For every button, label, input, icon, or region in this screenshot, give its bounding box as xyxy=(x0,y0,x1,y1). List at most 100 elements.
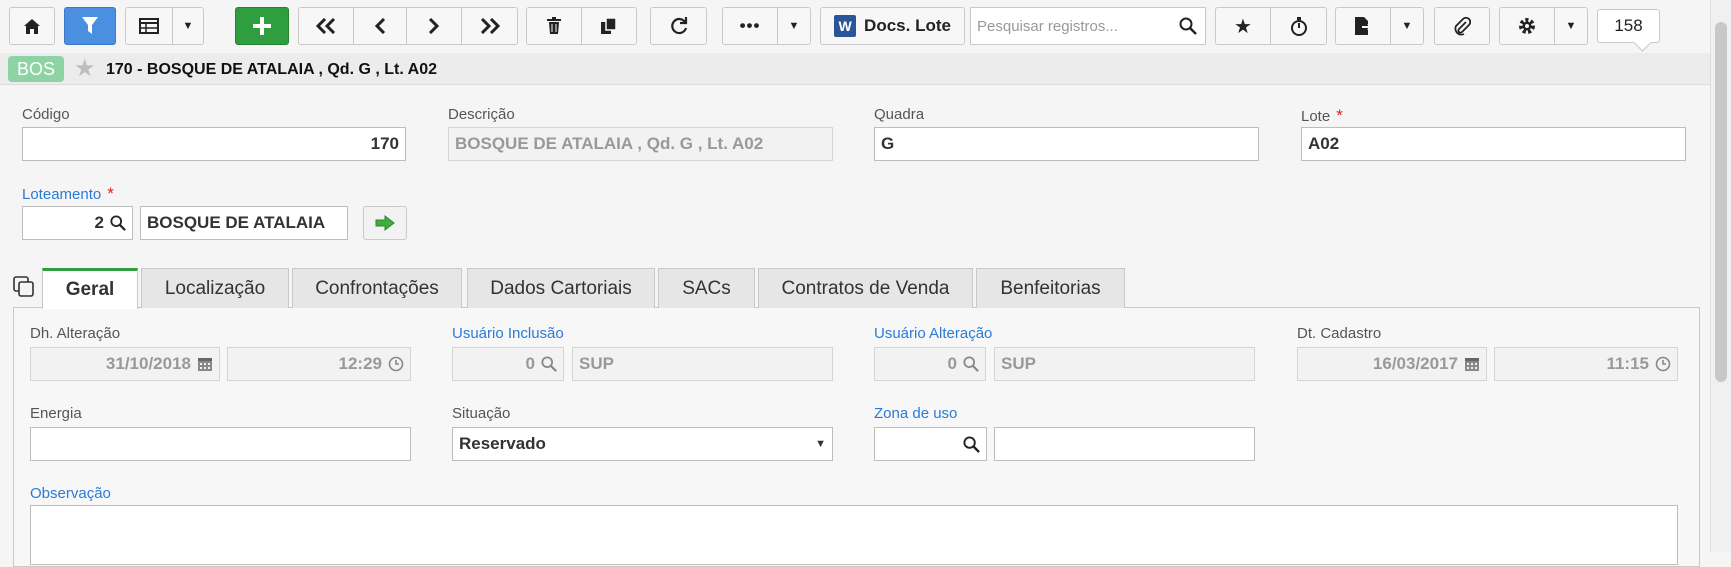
chevron-down-icon: ▼ xyxy=(1565,20,1577,32)
favorite-star-icon[interactable]: ★ xyxy=(74,57,96,81)
delete-button[interactable] xyxy=(526,7,582,45)
export-button[interactable] xyxy=(1335,7,1391,45)
dt-cadastro-time-field: 11:15 xyxy=(1494,347,1678,381)
usuario-inclusao-label[interactable]: Usuário Inclusão xyxy=(452,325,564,342)
energia-label: Energia xyxy=(30,405,82,422)
usuario-alteracao-name: SUP xyxy=(1001,354,1036,373)
next-record-button[interactable] xyxy=(406,7,462,45)
search-icon[interactable] xyxy=(963,435,980,453)
search-field[interactable] xyxy=(970,7,1206,45)
chevron-down-icon: ▼ xyxy=(788,20,800,32)
first-record-button[interactable] xyxy=(298,7,354,45)
refresh-button[interactable] xyxy=(650,7,707,45)
descricao-value: BOSQUE DE ATALAIA , Qd. G , Lt. A02 xyxy=(455,134,764,153)
chevron-down-icon: ▼ xyxy=(1401,20,1413,32)
loteamento-code-field[interactable]: 2 xyxy=(22,206,133,240)
lote-label-text: Lote xyxy=(1301,108,1331,125)
tab-label: Localização xyxy=(164,277,266,299)
codigo-value: 170 xyxy=(370,134,399,153)
home-button[interactable] xyxy=(9,7,55,45)
settings-dropdown[interactable]: ▼ xyxy=(1554,7,1588,45)
scrollbar-thumb[interactable] xyxy=(1715,22,1727,382)
situacao-select[interactable]: Reservado ▼ xyxy=(452,427,833,461)
settings-button[interactable] xyxy=(1499,7,1555,45)
tab-geral[interactable]: Geral xyxy=(42,268,138,309)
clock-icon xyxy=(388,356,404,372)
observacao-label[interactable]: Observação xyxy=(30,485,111,502)
tab-localizacao[interactable]: Localização xyxy=(141,268,289,308)
record-header: BOS ★ 170 - BOSQUE DE ATALAIA , Qd. G , … xyxy=(0,53,1710,85)
docs-lote-label: Docs. Lote xyxy=(864,16,951,35)
grid-view-button[interactable] xyxy=(125,7,173,45)
chevron-down-icon: ▼ xyxy=(182,20,194,32)
search-icon[interactable] xyxy=(1179,17,1197,39)
refresh-icon xyxy=(670,17,687,35)
tab-label: SACs xyxy=(682,277,731,299)
calendar-icon xyxy=(197,356,213,372)
go-to-loteamento-button[interactable] xyxy=(363,206,407,240)
quadra-field[interactable]: G xyxy=(874,127,1259,161)
more-actions-dropdown[interactable]: ▼ xyxy=(777,7,811,45)
dt-cadastro-date: 16/03/2017 xyxy=(1372,354,1458,373)
energia-field[interactable] xyxy=(30,427,411,461)
last-record-button[interactable] xyxy=(461,7,518,45)
tab-dados-cartoriais[interactable]: Dados Cartoriais xyxy=(467,268,655,308)
usuario-alteracao-label[interactable]: Usuário Alteração xyxy=(874,325,992,342)
paperclip-icon xyxy=(1454,16,1471,36)
ellipsis-icon: ••• xyxy=(739,16,761,35)
more-actions-button[interactable]: ••• xyxy=(722,7,778,45)
record-title: 170 - BOSQUE DE ATALAIA , Qd. G , Lt. A0… xyxy=(106,61,437,78)
tab-sacs[interactable]: SACs xyxy=(658,268,755,308)
add-button[interactable] xyxy=(235,7,289,45)
duplicate-button[interactable] xyxy=(581,7,637,45)
codigo-field[interactable]: 170 xyxy=(22,127,406,161)
double-chevron-right-icon xyxy=(480,18,500,34)
dt-cadastro-time: 11:15 xyxy=(1606,354,1649,373)
zona-de-uso-name-field[interactable] xyxy=(994,427,1255,461)
grid-view-dropdown[interactable]: ▼ xyxy=(172,7,204,45)
favorite-button[interactable]: ★ xyxy=(1215,7,1271,45)
zona-de-uso-label[interactable]: Zona de uso xyxy=(874,405,957,422)
chevron-left-icon xyxy=(374,18,386,34)
search-icon[interactable] xyxy=(110,215,126,231)
observacao-textarea[interactable] xyxy=(30,505,1678,565)
situacao-label: Situação xyxy=(452,405,511,422)
zona-de-uso-code-field[interactable] xyxy=(874,427,987,461)
loteamento-name-field[interactable]: BOSQUE DE ATALAIA xyxy=(140,206,348,240)
descricao-label: Descrição xyxy=(448,106,515,123)
chevron-right-icon xyxy=(428,18,440,34)
dh-alteracao-time: 12:29 xyxy=(338,354,382,373)
required-marker: * xyxy=(1336,106,1343,125)
tab-contratos-de-venda[interactable]: Contratos de Venda xyxy=(758,268,973,308)
loteamento-label-text[interactable]: Loteamento xyxy=(22,186,101,203)
duplicate-window-icon[interactable] xyxy=(13,276,35,302)
quadra-value: G xyxy=(881,134,895,153)
record-count: 158 xyxy=(1597,9,1660,43)
usuario-alteracao-name-field: SUP xyxy=(994,347,1255,381)
usuario-inclusao-code-field: 0 xyxy=(452,347,564,381)
usuario-alteracao-code-field: 0 xyxy=(874,347,986,381)
dh-alteracao-label: Dh. Alteração xyxy=(30,325,121,342)
tab-confrontacoes[interactable]: Confrontações xyxy=(292,268,462,308)
plus-icon xyxy=(253,17,271,35)
search-input[interactable] xyxy=(971,8,1171,44)
export-dropdown[interactable]: ▼ xyxy=(1390,7,1424,45)
filter-button[interactable] xyxy=(64,7,116,45)
attachments-button[interactable] xyxy=(1434,7,1490,45)
double-chevron-left-icon xyxy=(315,18,336,34)
vertical-scrollbar[interactable] xyxy=(1710,0,1731,552)
loteamento-label[interactable]: Loteamento * xyxy=(22,184,114,204)
tab-benfeitorias[interactable]: Benfeitorias xyxy=(976,268,1125,308)
tab-label: Dados Cartoriais xyxy=(490,277,632,299)
search-icon xyxy=(963,356,979,372)
trash-icon xyxy=(547,17,561,34)
filter-icon xyxy=(82,17,98,34)
lote-field[interactable]: A02 xyxy=(1301,127,1686,161)
table-icon xyxy=(139,18,159,34)
loteamento-code-value: 2 xyxy=(94,213,104,232)
lote-label: Lote * xyxy=(1301,106,1343,126)
docs-lote-button[interactable]: W Docs. Lote xyxy=(820,7,965,45)
codigo-label: Código xyxy=(22,106,70,123)
previous-record-button[interactable] xyxy=(353,7,407,45)
timer-button[interactable] xyxy=(1270,7,1327,45)
